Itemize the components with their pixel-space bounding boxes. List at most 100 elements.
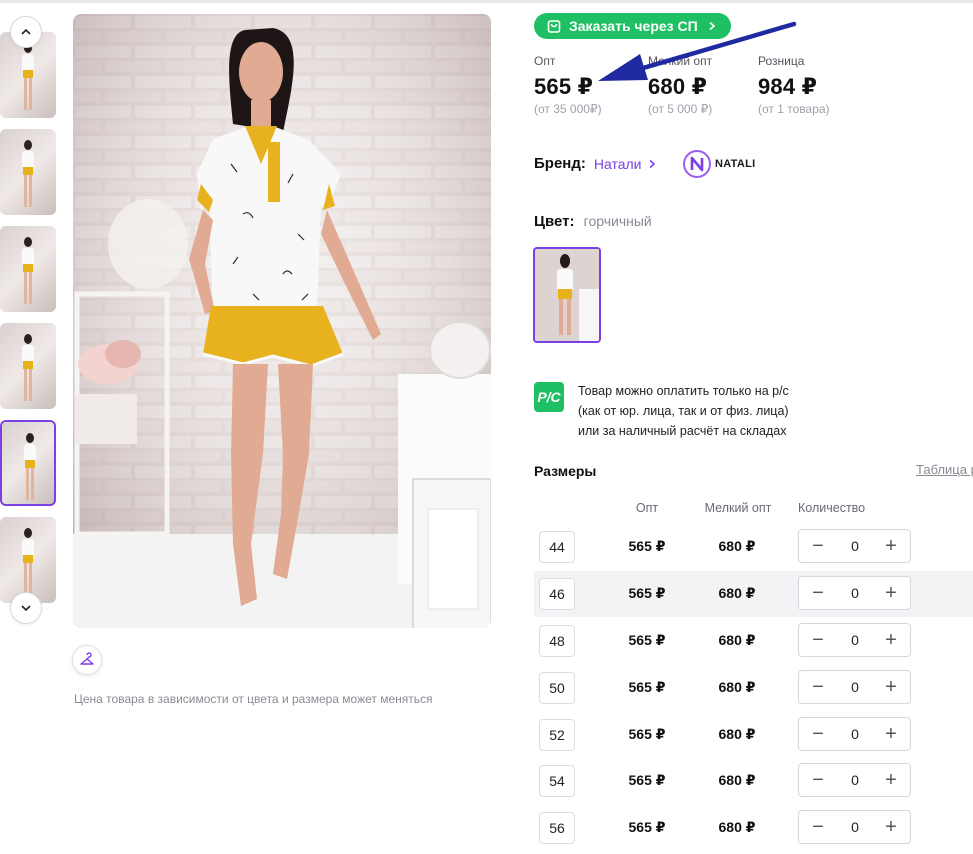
brand-logo-mark: [683, 150, 711, 178]
color-label: Цвет:: [534, 213, 575, 230]
brand-row: Бренд: Натали: [534, 155, 657, 172]
size-label: 48: [539, 625, 575, 657]
size-label: 54: [539, 765, 575, 797]
thumbnails-up-button[interactable]: [10, 16, 42, 48]
quantity-stepper: − 0 +: [798, 763, 911, 797]
column-header-opt: Опт: [635, 501, 659, 515]
size-price-small-opt: 680 ₽: [718, 726, 756, 742]
brand-logo[interactable]: NATALI: [683, 150, 756, 178]
chevron-up-icon: [21, 28, 31, 35]
quantity-stepper: − 0 +: [798, 576, 911, 610]
minus-button[interactable]: −: [801, 577, 835, 609]
plus-button[interactable]: +: [874, 718, 908, 750]
thumbnail-image-selected[interactable]: [0, 420, 56, 506]
hanger-button[interactable]: [72, 645, 102, 675]
thumbnail-image[interactable]: [0, 323, 56, 409]
size-price-opt: 565 ₽: [628, 585, 666, 601]
size-table-link[interactable]: Таблица р: [916, 462, 973, 477]
size-row: 56 565 ₽ 680 ₽ − 0 +: [534, 805, 973, 851]
column-header-small-opt: Мелкий опт: [704, 501, 772, 515]
sizes-title: Размеры: [534, 463, 597, 479]
size-price-small-opt: 680 ₽: [718, 538, 756, 554]
quantity-stepper: − 0 +: [798, 717, 911, 751]
thumbnail-image[interactable]: [0, 226, 56, 312]
brand-link[interactable]: Натали: [594, 156, 642, 172]
size-row: 50 565 ₽ 680 ₽ − 0 +: [534, 665, 973, 711]
size-label: 46: [539, 578, 575, 610]
chevron-down-icon: [21, 605, 31, 612]
payment-note: Товар можно оплатить только на р/с (как …: [578, 381, 838, 441]
minus-button[interactable]: −: [801, 530, 835, 562]
payment-note-line: Товар можно оплатить только на р/с: [578, 384, 789, 398]
quantity-stepper: − 0 +: [798, 810, 911, 844]
minus-button[interactable]: −: [801, 811, 835, 843]
brand-logo-text: NATALI: [715, 158, 756, 170]
size-price-small-opt: 680 ₽: [718, 632, 756, 648]
price-label: Опт: [534, 54, 556, 68]
chevron-right-icon: [649, 159, 655, 168]
quantity-input[interactable]: 0: [833, 772, 877, 788]
color-row: Цвет: горчичный: [534, 213, 652, 230]
annotation-arrow-icon: [598, 21, 797, 81]
payment-note-line: или за наличный расчёт на складах: [578, 424, 787, 438]
color-swatch-mustard[interactable]: [533, 247, 601, 343]
size-price-opt: 565 ₽: [628, 819, 666, 835]
natali-logo-icon: [690, 156, 704, 172]
size-label: 44: [539, 531, 575, 563]
plus-button[interactable]: +: [874, 530, 908, 562]
size-label: 50: [539, 672, 575, 704]
main-product-photo[interactable]: [73, 14, 491, 628]
quantity-input[interactable]: 0: [833, 819, 877, 835]
size-price-small-opt: 680 ₽: [718, 819, 756, 835]
size-row: 46 565 ₽ 680 ₽ − 0 +: [534, 571, 973, 617]
brand-label: Бренд:: [534, 155, 586, 172]
payment-note-line: (как от юр. лица, так и от физ. лица): [578, 404, 789, 418]
size-price-small-opt: 680 ₽: [718, 772, 756, 788]
shopping-bag-icon: [547, 20, 561, 33]
size-price-opt: 565 ₽: [628, 632, 666, 648]
thumbnail-image[interactable]: [0, 517, 56, 603]
size-label: 56: [539, 812, 575, 844]
thumbnail-strip: [0, 12, 60, 627]
color-value: горчичный: [583, 213, 652, 229]
size-row: 48 565 ₽ 680 ₽ − 0 +: [534, 618, 973, 664]
minus-button[interactable]: −: [801, 671, 835, 703]
size-row: 44 565 ₽ 680 ₽ − 0 +: [534, 524, 973, 570]
price-minimum: (от 5 000 ₽): [648, 102, 713, 116]
plus-button[interactable]: +: [874, 811, 908, 843]
payment-icon-text: Р/С: [537, 389, 561, 405]
size-price-opt: 565 ₽: [628, 772, 666, 788]
quantity-input[interactable]: 0: [833, 538, 877, 554]
price-minimum: (от 35 000₽): [534, 102, 602, 116]
price-wholesale: Опт 565 ₽ (от 35 000₽): [534, 54, 602, 116]
plus-button[interactable]: +: [874, 764, 908, 796]
size-price-small-opt: 680 ₽: [718, 679, 756, 695]
price-value: 565 ₽: [534, 74, 594, 99]
size-price-small-opt: 680 ₽: [718, 585, 756, 601]
top-divider: [0, 0, 973, 3]
size-label: 52: [539, 719, 575, 751]
size-row: 54 565 ₽ 680 ₽ − 0 +: [534, 758, 973, 804]
minus-button[interactable]: −: [801, 624, 835, 656]
quantity-stepper: − 0 +: [798, 670, 911, 704]
quantity-input[interactable]: 0: [833, 585, 877, 601]
size-price-opt: 565 ₽: [628, 726, 666, 742]
plus-button[interactable]: +: [874, 624, 908, 656]
thumbnails-down-button[interactable]: [10, 592, 42, 624]
quantity-stepper: − 0 +: [798, 623, 911, 657]
minus-button[interactable]: −: [801, 764, 835, 796]
quantity-input[interactable]: 0: [833, 632, 877, 648]
hanger-icon: [80, 652, 94, 665]
price-note: Цена товара в зависимости от цвета и раз…: [74, 692, 433, 706]
size-price-opt: 565 ₽: [628, 679, 666, 695]
plus-button[interactable]: +: [874, 671, 908, 703]
price-minimum: (от 1 товара): [758, 102, 830, 116]
quantity-input[interactable]: 0: [833, 679, 877, 695]
quantity-input[interactable]: 0: [833, 726, 877, 742]
thumbnail-image[interactable]: [0, 129, 56, 215]
minus-button[interactable]: −: [801, 718, 835, 750]
plus-button[interactable]: +: [874, 577, 908, 609]
size-row: 52 565 ₽ 680 ₽ − 0 +: [534, 712, 973, 758]
quantity-stepper: − 0 +: [798, 529, 911, 563]
column-header-quantity: Количество: [798, 501, 866, 515]
